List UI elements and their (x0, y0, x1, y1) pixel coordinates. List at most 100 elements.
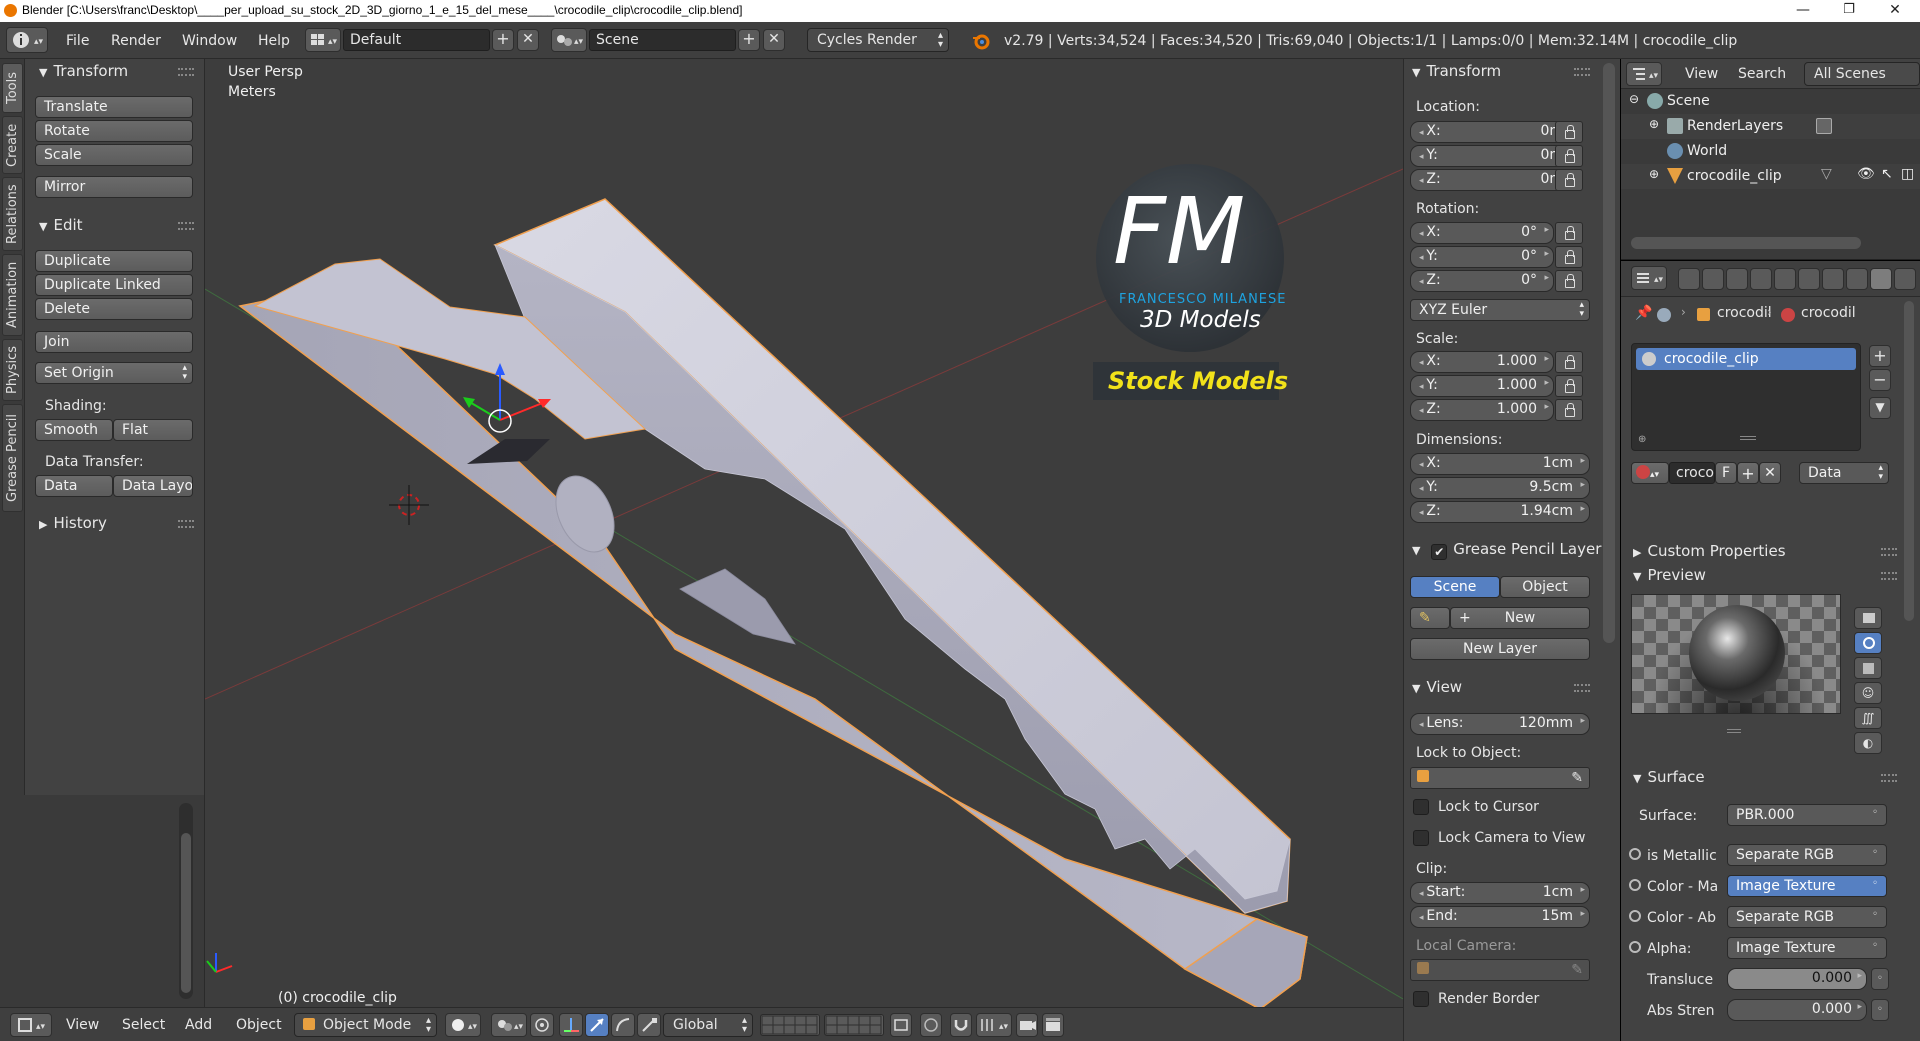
minimize-button[interactable]: — (1780, 0, 1826, 22)
properties-scrollbar[interactable] (1904, 301, 1914, 621)
render-layers-tab-icon[interactable] (1702, 268, 1724, 290)
delete-scene-button[interactable]: ✕ (763, 29, 785, 51)
outliner-menu-view[interactable]: View (1685, 66, 1718, 82)
breadcrumb-object[interactable]: crocodil (1717, 305, 1772, 321)
preview-sky-button[interactable]: ◐ (1854, 732, 1882, 754)
interaction-mode-select[interactable]: Object Mode ▴ ▾ (294, 1013, 437, 1037)
input-socket-icon[interactable] (1629, 848, 1641, 860)
npanel-transform-header[interactable]: ▼ Transform (1412, 62, 1501, 80)
panel-grip-icon[interactable] (1574, 684, 1590, 692)
preview-resize-grip-icon[interactable] (1727, 729, 1741, 733)
unlink-material-button[interactable]: ✕ (1759, 462, 1781, 484)
rotate-button[interactable]: Rotate (35, 120, 193, 142)
tab-animation[interactable]: Animation (2, 254, 23, 336)
add-layout-button[interactable]: + (492, 29, 514, 51)
preview-sphere-button[interactable] (1854, 632, 1882, 654)
dimensions-z-field[interactable]: Z: 1.94cm (1410, 501, 1590, 523)
dimensions-x-field[interactable]: X: 1cm (1410, 453, 1590, 475)
screen-layout-button[interactable]: ▴▾ (305, 28, 341, 52)
data-transfer-button[interactable]: Data (35, 475, 113, 497)
scale-y-field[interactable]: Y: 1.000 (1410, 375, 1554, 397)
remove-material-slot-button[interactable]: − (1869, 369, 1891, 391)
menu-window[interactable]: Window (182, 33, 237, 49)
material-specials-button[interactable]: ▼ (1869, 397, 1891, 419)
lock-location-x-icon[interactable] (1555, 121, 1583, 143)
editor-type-properties-button[interactable]: ▴▾ (1631, 266, 1667, 290)
preview-hair-button[interactable]: ∭ (1854, 707, 1882, 729)
menu-help[interactable]: Help (258, 33, 290, 49)
menu-file[interactable]: File (66, 33, 89, 49)
lock-rotation-z-icon[interactable] (1555, 270, 1583, 292)
material-slot-row[interactable]: crocodile_clip (1636, 348, 1856, 370)
scrollbar-thumb[interactable] (181, 833, 191, 993)
tab-create[interactable]: Create (2, 116, 23, 174)
npanel-scrollbar[interactable] (1603, 63, 1615, 643)
tab-grease-pencil[interactable]: Grease Pencil (2, 404, 23, 512)
shade-flat-button[interactable]: Flat (113, 419, 193, 441)
list-resize-grip-icon[interactable] (1740, 436, 1756, 440)
view-panel-header[interactable]: ▼ View (1412, 678, 1462, 696)
render-engine-select[interactable]: Cycles Render ▴ ▾ (807, 28, 949, 52)
pin-icon[interactable]: 📌 (1635, 305, 1652, 321)
set-origin-select[interactable]: Set Origin ▴ ▾ (35, 362, 193, 384)
expand-toggle-icon[interactable]: ⊕ (1649, 117, 1659, 131)
add-scene-button[interactable]: + (738, 29, 760, 51)
snap-element-button[interactable]: ▴▾ (976, 1013, 1012, 1037)
menu-view[interactable]: View (66, 1017, 99, 1033)
shade-smooth-button[interactable]: Smooth (35, 419, 113, 441)
input-color-ab-link[interactable]: Separate RGB ◦ (1727, 906, 1887, 928)
translucency-link-button[interactable]: ◦ (1871, 968, 1889, 990)
gp-new-layer-button[interactable]: New Layer (1410, 638, 1590, 660)
layers-grid-a[interactable] (760, 1014, 820, 1036)
abs-strength-link-button[interactable]: ◦ (1871, 999, 1889, 1021)
history-panel-header[interactable]: ▶ History (39, 514, 107, 532)
menu-render[interactable]: Render (111, 33, 161, 49)
lock-scale-y-icon[interactable] (1555, 375, 1583, 397)
clip-start-field[interactable]: Start: 1cm (1410, 882, 1590, 904)
screen-layout-field[interactable]: Default (343, 29, 490, 51)
collapse-toggle-icon[interactable]: ⊖ (1629, 92, 1639, 106)
abs-strength-slider[interactable]: 0.000 (1727, 999, 1867, 1021)
material-link-select[interactable]: Data ▴ ▾ (1799, 462, 1889, 484)
scale-button[interactable]: Scale (35, 144, 193, 166)
opengl-anim-button[interactable] (1042, 1013, 1064, 1037)
dimensions-y-field[interactable]: Y: 9.5cm (1410, 477, 1590, 499)
rotation-x-field[interactable]: X: 0° (1410, 222, 1554, 244)
gp-new-button[interactable]: + New (1450, 607, 1590, 629)
panel-grip-icon[interactable] (178, 222, 194, 230)
panel-grip-icon[interactable] (178, 520, 194, 528)
duplicate-linked-button[interactable]: Duplicate Linked (35, 274, 193, 296)
translate-manipulator-button[interactable] (585, 1013, 609, 1037)
outliner-row-scene[interactable]: ⊖ Scene (1621, 89, 1920, 114)
editor-type-info-button[interactable]: ▴▾ (6, 27, 48, 53)
surface-shader-select[interactable]: PBR.000 ◦ (1727, 804, 1887, 826)
input-socket-icon[interactable] (1629, 910, 1641, 922)
scene-tab-icon[interactable] (1726, 268, 1748, 290)
data-layout-transfer-button[interactable]: Data Layo (113, 475, 193, 497)
snap-toggle-button[interactable] (950, 1013, 972, 1037)
eyedropper-icon[interactable]: ✎ (1571, 962, 1583, 978)
add-material-slot-button[interactable]: + (1869, 345, 1891, 367)
lock-layers-button[interactable] (890, 1013, 912, 1037)
expand-toggle-icon[interactable]: ⊕ (1649, 167, 1659, 181)
gp-object-toggle[interactable]: Object (1500, 576, 1590, 598)
surface-panel-header[interactable]: ▼ Surface (1633, 768, 1705, 786)
delete-layout-button[interactable]: ✕ (517, 29, 539, 51)
input-metallic-link[interactable]: Separate RGB ◦ (1727, 844, 1887, 866)
outliner-menu-search[interactable]: Search (1738, 66, 1786, 82)
eyedropper-icon[interactable]: ✎ (1571, 770, 1583, 786)
preview-monkey-button[interactable]: ☺ (1854, 682, 1882, 704)
material-slots-list[interactable]: crocodile_clip ⊕ (1631, 343, 1861, 451)
texture-tab-icon[interactable] (1894, 268, 1916, 290)
breadcrumb-material[interactable]: crocodil (1801, 305, 1856, 321)
manipulate-center-button[interactable] (530, 1013, 554, 1037)
menu-object[interactable]: Object (236, 1017, 282, 1033)
scene-field[interactable]: Scene (589, 29, 736, 51)
scale-x-field[interactable]: X: 1.000 (1410, 351, 1554, 373)
panel-grip-icon[interactable] (1881, 774, 1897, 782)
input-color-ma-link[interactable]: Image Texture ◦ (1727, 875, 1887, 897)
editor-type-3dview-button[interactable]: ▴▾ (10, 1013, 52, 1037)
render-tab-camera-icon[interactable] (1678, 268, 1700, 290)
new-material-button[interactable]: + (1737, 462, 1759, 484)
tab-relations[interactable]: Relations (2, 177, 23, 251)
